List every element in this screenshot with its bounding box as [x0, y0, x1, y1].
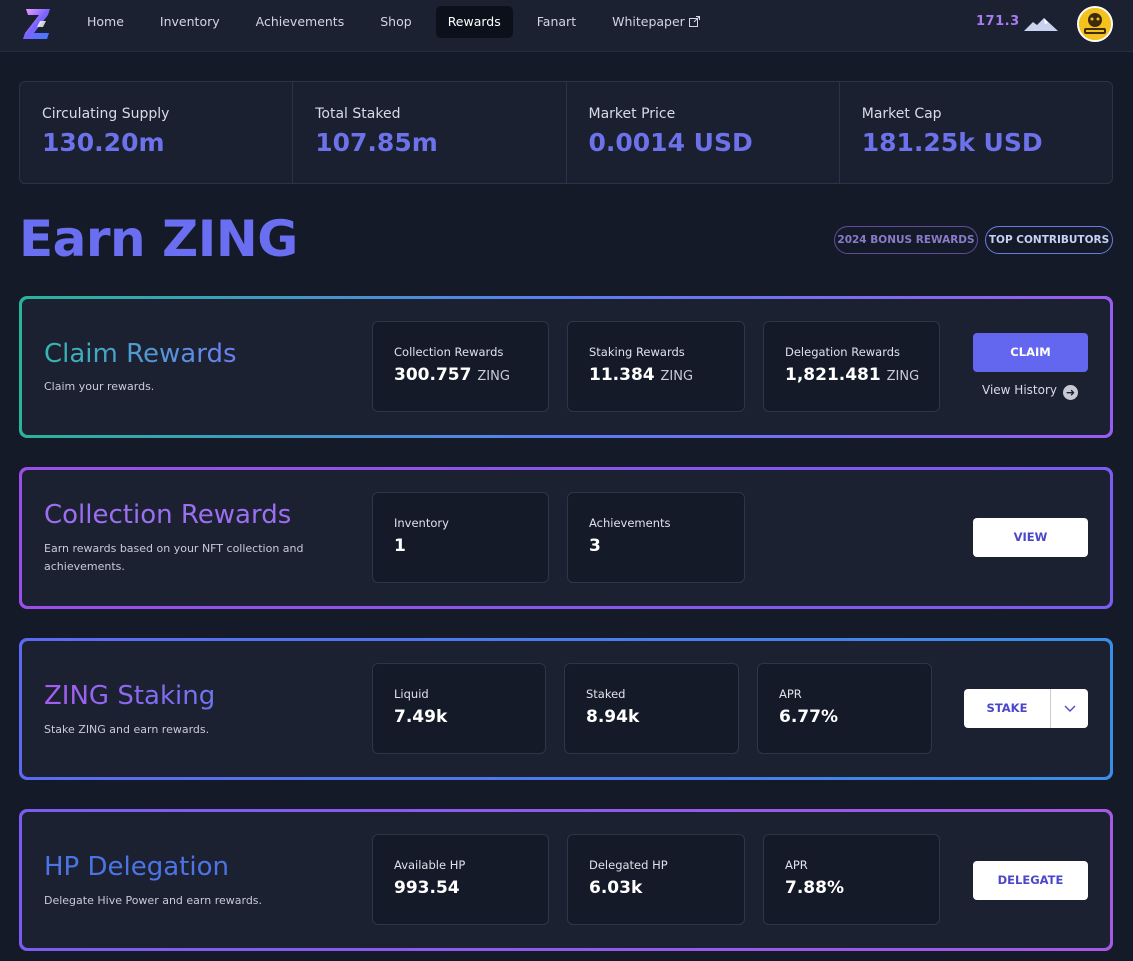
box-label: Achievements [589, 516, 671, 530]
card-subtitle: Earn rewards based on your NFT collectio… [44, 542, 304, 573]
external-link-icon [688, 7, 700, 39]
box-value: 7.88% [785, 878, 844, 898]
staking-apr-box: APR 6.77% [757, 663, 932, 754]
inventory-box: Inventory 1 [372, 492, 549, 583]
stat-label: Circulating Supply [42, 106, 170, 122]
claim-rewards-card: Claim Rewards Claim your rewards. Collec… [19, 296, 1113, 438]
box-label: Delegation Rewards [785, 345, 901, 359]
stake-button[interactable]: STAKE [964, 689, 1051, 728]
card-title: ZING Staking [44, 681, 216, 711]
bonus-rewards-button[interactable]: 2024 BONUS REWARDS [834, 226, 978, 254]
box-value: 11.384 ZING [589, 365, 744, 385]
delegation-rewards-box: Delegation Rewards 1,821.481 ZING [763, 321, 940, 412]
delegation-apr-box: APR 7.88% [763, 834, 940, 925]
stat-label: Market Cap [861, 106, 942, 122]
token-stats-panel: Circulating Supply 130.20m Total Staked … [19, 81, 1113, 184]
card-subtitle: Stake ZING and earn rewards. [44, 723, 210, 736]
stat-circulating-supply: Circulating Supply 130.20m [20, 82, 294, 183]
nav-whitepaper-label: Whitepaper [612, 14, 685, 29]
delegated-hp-box: Delegated HP 6.03k [567, 834, 745, 925]
stat-label: Market Price [588, 106, 676, 122]
nav-shop[interactable]: Shop [368, 6, 423, 38]
nav-achievements[interactable]: Achievements [244, 6, 357, 38]
box-label: Liquid [394, 687, 429, 701]
stat-value: 0.0014 USD [588, 128, 753, 157]
delegate-button[interactable]: DELEGATE [973, 861, 1088, 900]
view-history-link[interactable]: View History ➜ [982, 383, 1078, 400]
box-label: Staking Rewards [589, 345, 685, 359]
box-label: Staked [586, 687, 626, 701]
box-value: 1 [394, 536, 406, 556]
box-value: 6.77% [779, 707, 838, 727]
nav-fanart[interactable]: Fanart [525, 6, 588, 38]
card-title: Claim Rewards [44, 339, 237, 369]
stat-value: 181.25k USD [861, 128, 1043, 157]
user-avatar-icon[interactable] [1077, 6, 1113, 42]
box-value: 993.54 [394, 878, 460, 898]
zing-logo-icon[interactable] [22, 7, 52, 41]
view-history-label: View History [982, 383, 1057, 397]
nav-rewards[interactable]: Rewards [435, 6, 513, 38]
claim-button[interactable]: CLAIM [973, 333, 1088, 372]
stat-total-staked: Total Staked 107.85m [293, 82, 567, 183]
stat-market-price: Market Price 0.0014 USD [567, 82, 840, 183]
top-contributors-button[interactable]: TOP CONTRIBUTORS [985, 226, 1113, 254]
box-label: APR [785, 858, 808, 872]
card-subtitle: Claim your rewards. [44, 380, 155, 393]
achievements-box: Achievements 3 [567, 492, 745, 583]
nav-whitepaper[interactable]: Whitepaper [600, 6, 712, 38]
box-unit: ZING [477, 369, 510, 384]
box-value: 8.94k [586, 707, 640, 727]
nav-inventory[interactable]: Inventory [148, 6, 232, 38]
liquid-box: Liquid 7.49k [372, 663, 546, 754]
box-value: 3 [589, 536, 601, 556]
page-title: Earn ZING [19, 210, 298, 268]
box-number: 11.384 [589, 365, 655, 385]
box-number: 300.757 [394, 365, 472, 385]
card-title: HP Delegation [44, 852, 229, 882]
available-hp-box: Available HP 993.54 [372, 834, 549, 925]
box-label: Collection Rewards [394, 345, 504, 359]
hp-delegation-card: HP Delegation Delegate Hive Power and ea… [19, 809, 1113, 951]
box-label: Inventory [394, 516, 449, 530]
box-label: Delegated HP [589, 858, 668, 872]
chevron-down-icon[interactable] [1051, 689, 1088, 728]
stake-split-button: STAKE [964, 689, 1088, 728]
zing-staking-card: ZING Staking Stake ZING and earn rewards… [19, 638, 1113, 780]
box-unit: ZING [660, 369, 694, 384]
top-nav: Home Inventory Achievements Shop Rewards… [0, 0, 1133, 52]
card-title: Collection Rewards [44, 500, 292, 530]
staking-rewards-box: Staking Rewards 11.384 ZING [567, 321, 745, 412]
arrow-right-icon: ➜ [1062, 385, 1078, 400]
collection-rewards-box: Collection Rewards 300.757 ZING [372, 321, 549, 412]
stat-label: Total Staked [315, 106, 401, 122]
box-value: 1,821.481 ZING [785, 365, 939, 385]
token-balance: 171.3 [976, 14, 1020, 29]
hive-mountain-icon [1024, 16, 1058, 35]
stat-value: 130.20m [42, 128, 165, 157]
staked-box: Staked 8.94k [564, 663, 739, 754]
box-unit: ZING [886, 369, 920, 384]
box-value: 300.757 ZING [394, 365, 548, 385]
box-value: 6.03k [589, 878, 643, 898]
stat-market-cap: Market Cap 181.25k USD [840, 82, 1112, 183]
card-subtitle: Delegate Hive Power and earn rewards. [44, 894, 263, 907]
box-label: Available HP [394, 858, 466, 872]
view-button[interactable]: VIEW [973, 518, 1088, 557]
collection-rewards-card: Collection Rewards Earn rewards based on… [19, 467, 1113, 609]
stat-value: 107.85m [315, 128, 438, 157]
nav-home[interactable]: Home [75, 6, 136, 38]
box-value: 7.49k [394, 707, 448, 727]
box-label: APR [779, 687, 802, 701]
box-number: 1,821.481 [785, 365, 881, 385]
